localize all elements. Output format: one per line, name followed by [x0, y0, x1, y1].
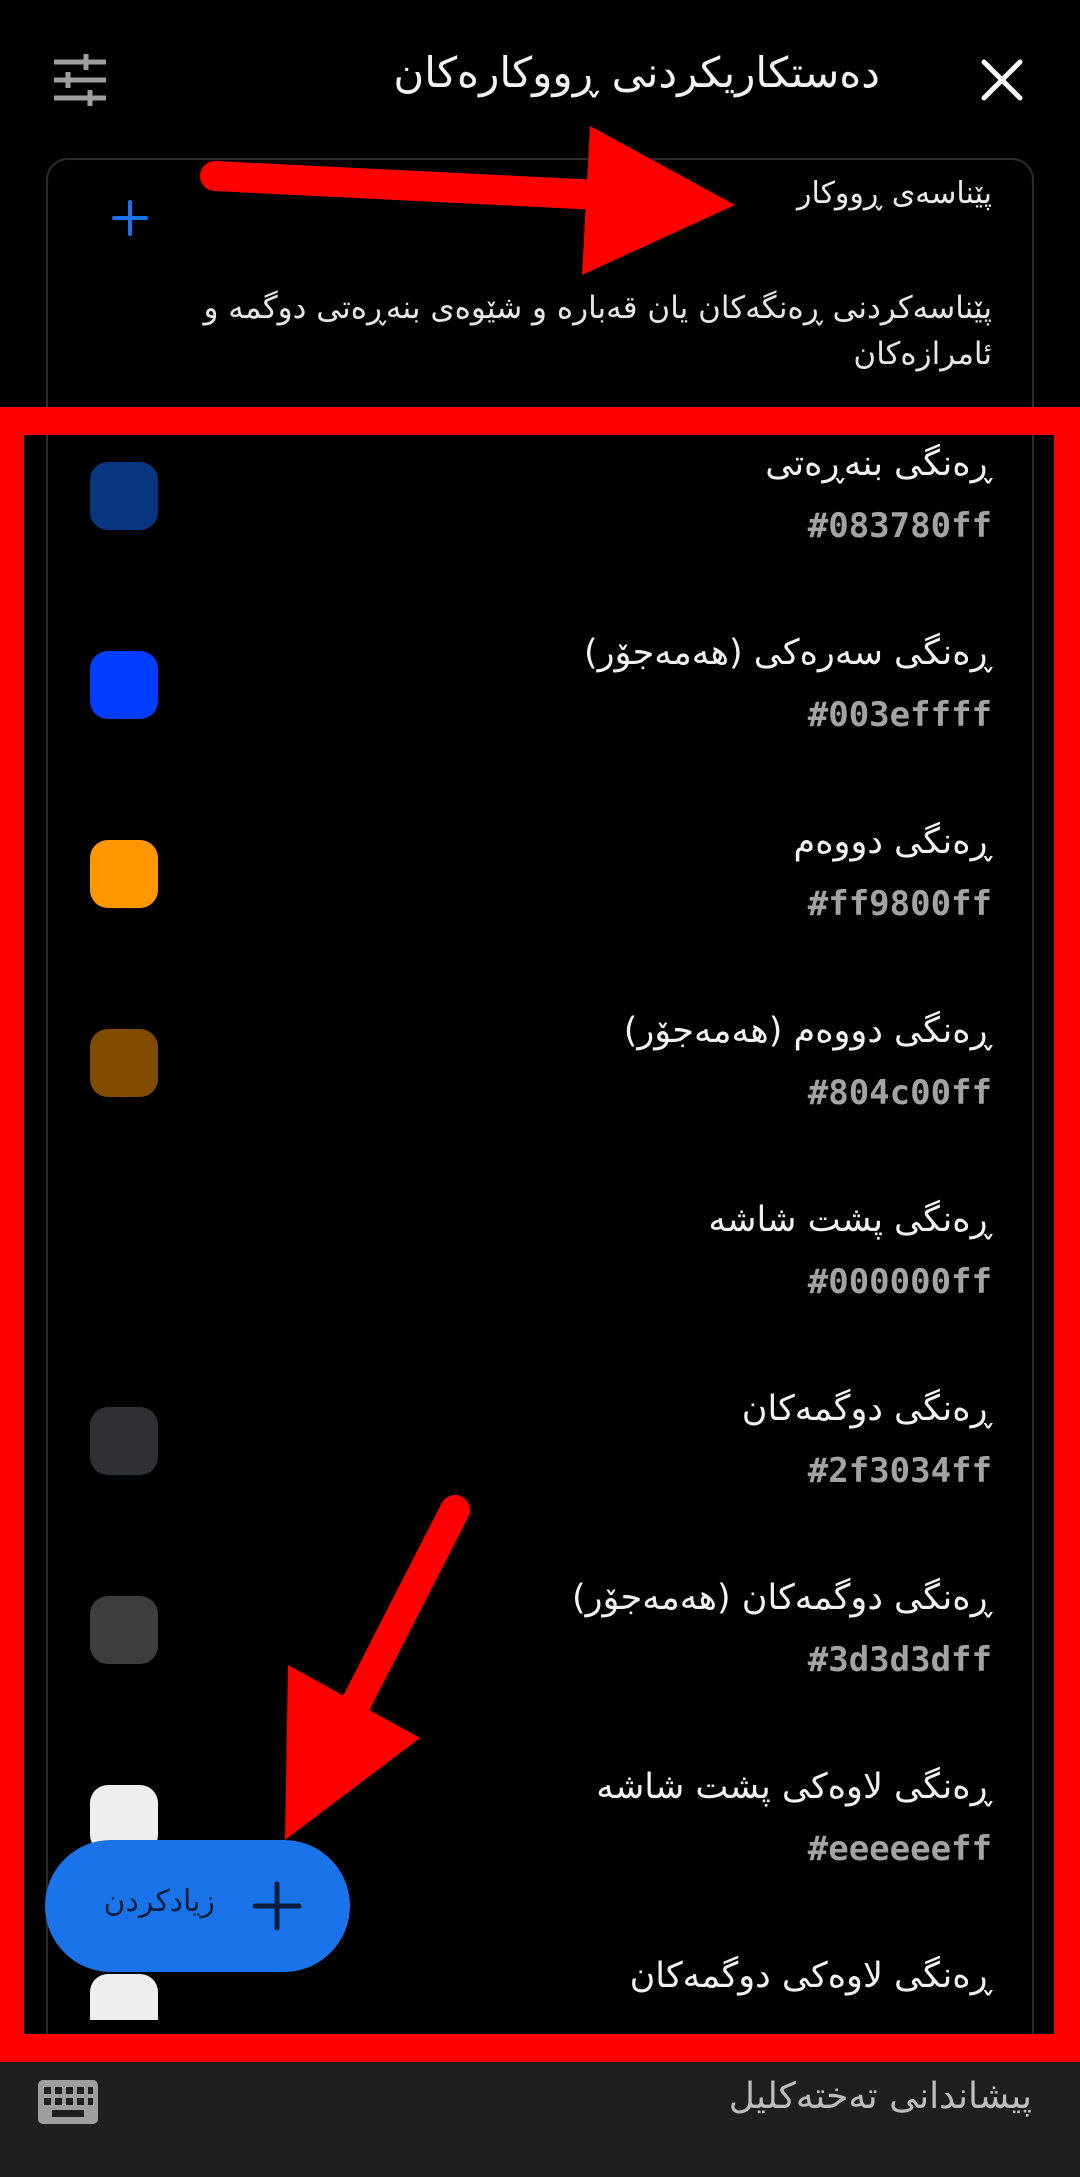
- settings-button[interactable]: [40, 40, 120, 120]
- add-button[interactable]: زیادکردن: [45, 1840, 350, 1972]
- color-swatch[interactable]: [90, 840, 158, 908]
- theme-definition-description: پێناسەکردنی ڕەنگەکان یان قەبارە و شێوەی …: [203, 290, 992, 372]
- color-row[interactable]: ڕەنگی دوگمەکان (هەمەجۆر) #3d3d3dff: [0, 1578, 1080, 1767]
- color-name: ڕەنگی پشت شاشە: [708, 1200, 992, 1240]
- color-hex: #ff9800ff: [807, 884, 992, 924]
- close-button[interactable]: [962, 40, 1042, 120]
- page-title: دەستکاریکردنی ڕووکارەکان: [393, 48, 880, 97]
- color-name: ڕەنگی دوگمەکان (هەمەجۆر): [571, 1578, 992, 1618]
- color-row[interactable]: ڕەنگی دووەم #ff9800ff: [0, 822, 1080, 1011]
- color-row[interactable]: ڕەنگی سەرەکی (هەمەجۆر) #003effff: [0, 633, 1080, 822]
- color-swatch[interactable]: [90, 1407, 158, 1475]
- color-name: ڕەنگی لاوەکی دوگمەکان: [629, 1956, 992, 1996]
- show-keyboard-label: پیشاندانی تەختەکلیل: [728, 2076, 1032, 2117]
- color-name: ڕەنگی دوگمەکان: [741, 1389, 992, 1429]
- color-hex: #083780ff: [807, 506, 992, 546]
- color-swatch[interactable]: [90, 1596, 158, 1664]
- color-row[interactable]: ڕەنگی بنەڕەتی #083780ff: [0, 444, 1080, 633]
- theme-definition-title: پێناسەی ڕووکار: [796, 176, 992, 211]
- plus-icon: [112, 200, 148, 236]
- add-button-label: زیادکردن: [103, 1884, 215, 1919]
- color-row[interactable]: ڕەنگی دووەم (هەمەجۆر) #804c00ff: [0, 1011, 1080, 1200]
- color-swatch[interactable]: [90, 1974, 158, 2020]
- tune-icon: [54, 54, 106, 106]
- color-swatch[interactable]: [90, 651, 158, 719]
- color-hex: #2f3034ff: [807, 1451, 992, 1491]
- color-name: ڕەنگی دووەم: [793, 822, 992, 862]
- show-keyboard-bar[interactable]: پیشاندانی تەختەکلیل: [0, 2048, 1080, 2177]
- color-swatch[interactable]: [90, 462, 158, 530]
- color-name: ڕەنگی بنەڕەتی: [765, 444, 992, 484]
- color-name: ڕەنگی دووەم (هەمەجۆر): [623, 1011, 992, 1051]
- add-definition-button[interactable]: [108, 196, 152, 240]
- color-hex: #804c00ff: [807, 1073, 992, 1113]
- color-hex: #eeeeeeff: [807, 1829, 992, 1869]
- color-row[interactable]: ڕەنگی پشت شاشە #000000ff: [0, 1200, 1080, 1389]
- close-icon: [981, 59, 1023, 101]
- color-name: ڕەنگی لاوەکی پشت شاشە: [596, 1767, 992, 1807]
- color-hex: #000000ff: [807, 1262, 992, 1302]
- color-name: ڕەنگی سەرەکی (هەمەجۆر): [583, 633, 992, 673]
- keyboard-icon: [38, 2080, 98, 2124]
- color-swatch[interactable]: [90, 1029, 158, 1097]
- color-list: ڕەنگی بنەڕەتی #083780ff ڕەنگی سەرەکی (هە…: [0, 440, 1080, 2020]
- color-row[interactable]: ڕەنگی دوگمەکان #2f3034ff: [0, 1389, 1080, 1578]
- app-header: دەستکاریکردنی ڕووکارەکان: [0, 0, 1080, 160]
- color-hex: #3d3d3dff: [807, 1640, 992, 1680]
- color-swatch[interactable]: [90, 1218, 158, 1286]
- plus-icon: [252, 1881, 302, 1931]
- color-hex: #003effff: [807, 695, 992, 735]
